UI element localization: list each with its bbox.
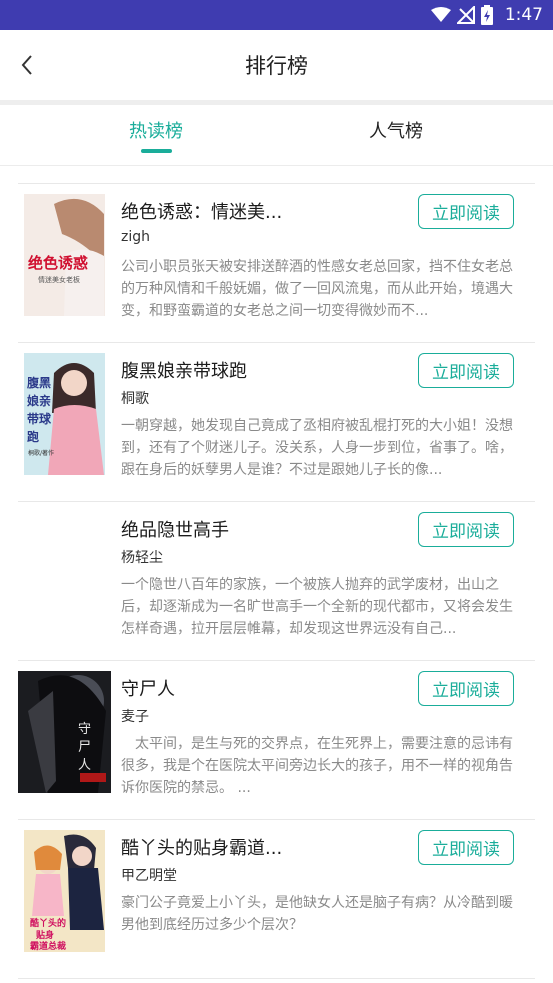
book-cover: 腹黑 娘亲 带球 跑 桐歌/著作	[24, 353, 105, 475]
battery-charging-icon	[480, 5, 493, 25]
cover-title: 尸	[78, 740, 91, 755]
cover-title: 跑	[27, 429, 39, 444]
book-title: 绝色诱惑：情迷美...	[121, 202, 283, 223]
read-now-button[interactable]: 立即阅读	[418, 830, 514, 865]
list-item[interactable]: 腹黑 娘亲 带球 跑 桐歌/著作 腹黑娘亲带球跑 桐歌 一朝穿越，她发现自己竟成…	[18, 342, 535, 501]
tab-hot-reading[interactable]: 热读榜	[129, 117, 183, 143]
read-now-button[interactable]: 立即阅读	[418, 194, 514, 229]
read-now-button[interactable]: 立即阅读	[418, 353, 514, 388]
book-author: 甲乙明堂	[121, 868, 177, 884]
signal-off-icon	[456, 6, 475, 24]
book-title: 腹黑娘亲带球跑	[121, 361, 247, 382]
book-cover: 绝色诱惑 情迷美女老板	[24, 194, 105, 316]
list-item[interactable]: 酷丫头的 贴身 霸道总裁 酷丫头的贴身霸道... 甲乙明堂 豪门公子竟爱上小丫头…	[18, 819, 535, 978]
list-divider	[18, 978, 535, 980]
tab-bar: 热读榜 人气榜	[0, 105, 553, 166]
cover-title: 绝色诱惑	[28, 254, 88, 272]
book-description: 一个隐世八百年的家族，一个被族人抛弃的武学废材，出山之后，却逐渐成为一名旷世高手…	[121, 577, 513, 637]
cover-subtitle: 情迷美女老板	[38, 275, 80, 284]
book-author: 桐歌	[121, 391, 149, 407]
app-bar: 排行榜	[0, 30, 553, 100]
read-now-button[interactable]: 立即阅读	[418, 512, 514, 547]
book-author: 麦子	[121, 709, 149, 725]
book-title: 绝品隐世高手	[121, 520, 229, 541]
book-title: 守尸人	[121, 679, 175, 700]
list-item[interactable]: 守 尸 人 守尸人 麦子 太平间，是生与死的交界点，在生死界上，需要注意的忌讳有…	[18, 660, 535, 819]
book-title: 酷丫头的贴身霸道...	[121, 838, 283, 859]
active-tab-indicator	[141, 149, 172, 153]
book-cover-placeholder	[24, 512, 105, 634]
wifi-icon	[430, 7, 451, 22]
book-cover: 守 尸 人	[18, 671, 111, 793]
page-title: 排行榜	[245, 54, 308, 78]
status-time: 1:47	[504, 5, 543, 25]
book-description: 一朝穿越，她发现自己竟成了丞相府被乱棍打死的大小姐！没想到，还有了个财迷儿子。没…	[121, 418, 513, 478]
cover-title: 腹黑	[27, 375, 51, 390]
cover-title: 守	[78, 722, 91, 737]
book-author: zigh	[121, 229, 150, 245]
book-description: 公司小职员张天被安排送醉酒的性感女老总回家，挡不住女老总的万种风情和千般妩媚，做…	[121, 259, 513, 319]
cover-title: 贴身	[36, 929, 54, 941]
book-description: 太平间，是生与死的交界点，在生死界上，需要注意的忌讳有很多，我是个在医院太平间旁…	[121, 736, 513, 796]
cover-title: 娘亲	[27, 393, 51, 408]
book-description: 豪门公子竟爱上小丫头，是他缺女人还是脑子有病？从冷酷到暖男他到底经历过多少个层次…	[121, 895, 513, 933]
cover-title: 酷丫头的	[30, 917, 66, 929]
status-bar: 1:47	[0, 0, 553, 30]
cover-title: 人	[78, 758, 91, 773]
tab-popularity[interactable]: 人气榜	[369, 117, 423, 143]
status-icons: 1:47	[430, 4, 543, 26]
cover-title: 霸道总裁	[30, 940, 66, 952]
cover-subtitle: 桐歌/著作	[28, 449, 54, 457]
list-item[interactable]: 绝色诱惑 情迷美女老板 绝色诱惑：情迷美... zigh 公司小职员张天被安排送…	[18, 183, 535, 342]
book-cover: 酷丫头的 贴身 霸道总裁	[24, 830, 105, 952]
book-author: 杨轻尘	[121, 550, 163, 566]
cover-title: 带球	[27, 411, 52, 426]
list-item[interactable]: 绝品隐世高手 杨轻尘 一个隐世八百年的家族，一个被族人抛弃的武学废材，出山之后，…	[18, 501, 535, 660]
read-now-button[interactable]: 立即阅读	[418, 671, 514, 706]
